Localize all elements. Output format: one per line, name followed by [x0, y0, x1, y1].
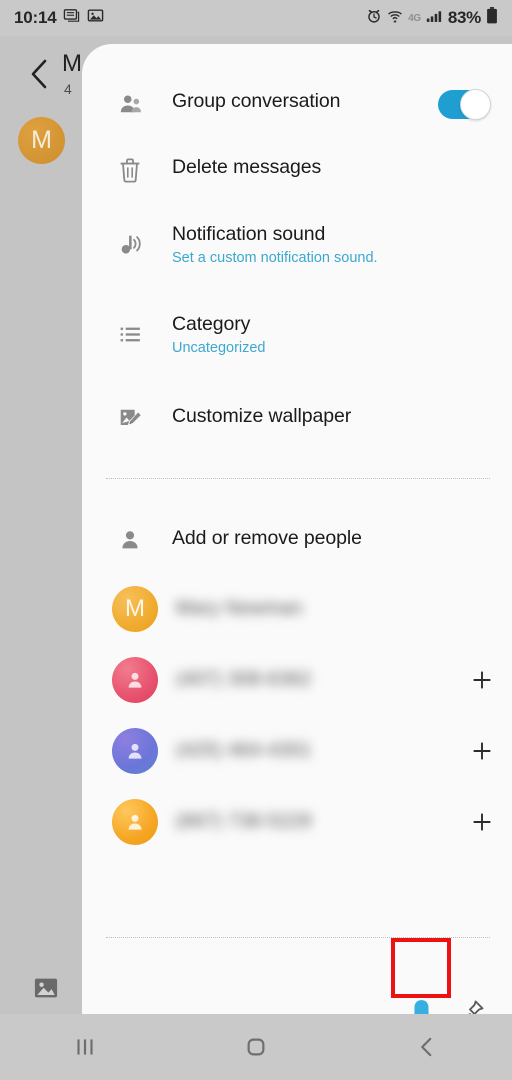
- alarm-icon: [366, 8, 382, 29]
- contact-name: (425) 464-4301: [176, 740, 312, 761]
- list-icon: [118, 312, 162, 347]
- network-label: 4G: [408, 12, 421, 24]
- group-conversation-toggle[interactable]: [438, 89, 491, 120]
- person-glyph-icon: [128, 743, 142, 759]
- home-icon: [247, 1038, 265, 1056]
- gallery-status-icon: [87, 7, 104, 29]
- section-divider-top: [106, 478, 490, 479]
- contact-name: (667) 738-5229: [176, 811, 312, 832]
- menu-sublabel: Set a custom notification sound.: [172, 250, 378, 266]
- avatar: M: [112, 586, 158, 632]
- contact-list-item[interactable]: (407) 308-6362: [82, 649, 512, 711]
- category-text: Category Uncategorized: [162, 312, 512, 358]
- menu-label: Category: [172, 313, 251, 335]
- customize-wallpaper-text: Customize wallpaper: [162, 404, 512, 429]
- signal-bars-icon: [426, 8, 443, 29]
- back-icon: [420, 1037, 431, 1057]
- bell-icon: [414, 1000, 429, 1014]
- music-note-icon: [118, 222, 162, 257]
- menu-sublabel: Uncategorized: [172, 340, 266, 356]
- status-bar-left: 10:14: [14, 7, 104, 29]
- recents-icon: [77, 1039, 93, 1055]
- menu-label: Customize wallpaper: [172, 405, 352, 427]
- avatar-letter: M: [125, 595, 145, 622]
- image-edit-icon: [118, 404, 162, 431]
- add-contact-icon[interactable]: [452, 810, 512, 834]
- section-divider-bottom: [106, 937, 490, 938]
- contact-list-item[interactable]: (425) 464-4301: [82, 720, 512, 782]
- menu-item-category[interactable]: Category Uncategorized: [82, 312, 512, 358]
- menu-label: Notification sound: [172, 223, 326, 245]
- menu-item-delete-messages[interactable]: Delete messages: [82, 155, 512, 188]
- phone-screen: M 4 M 10:14 4G 83% Group conversation De…: [0, 0, 512, 1080]
- add-contact-icon[interactable]: [452, 739, 512, 763]
- person-glyph-icon: [128, 814, 142, 830]
- conversation-settings-sheet: Group conversation Delete messages Notif…: [82, 44, 512, 1014]
- contact-list-item[interactable]: M Mary Newman: [82, 578, 512, 640]
- home-button[interactable]: [211, 1014, 301, 1080]
- pin-icon: [468, 1000, 484, 1014]
- avatar: [112, 657, 158, 703]
- menu-item-customize-wallpaper[interactable]: Customize wallpaper: [82, 404, 512, 437]
- status-bar-right: 4G 83%: [366, 7, 498, 29]
- network-4g-icon: 4G: [408, 13, 421, 24]
- toggle-knob: [460, 89, 491, 120]
- battery-icon: [486, 7, 498, 29]
- menu-item-notification-sound[interactable]: Notification sound Set a custom notifica…: [82, 222, 512, 268]
- notification-bell-button[interactable]: [393, 983, 450, 1014]
- contact-list-item[interactable]: (667) 738-5229: [82, 791, 512, 853]
- status-bar: 10:14 4G 83%: [0, 0, 512, 36]
- menu-label: Add or remove people: [172, 527, 362, 549]
- contact-name: Mary Newman: [176, 598, 303, 619]
- notification-sound-text: Notification sound Set a custom notifica…: [162, 222, 512, 268]
- messages-notification-icon: [63, 7, 80, 29]
- person-glyph-icon: [128, 672, 142, 688]
- wifi-icon: [387, 8, 403, 29]
- trash-icon: [118, 155, 162, 183]
- status-clock: 10:14: [14, 8, 57, 27]
- add-contact-icon[interactable]: [452, 668, 512, 692]
- person-icon: [118, 526, 162, 552]
- battery-percent-label: 83%: [447, 8, 481, 27]
- avatar: [112, 799, 158, 845]
- avatar: [112, 728, 158, 774]
- add-remove-people-text: Add or remove people: [162, 526, 512, 551]
- recents-button[interactable]: [40, 1014, 130, 1080]
- back-button[interactable]: [382, 1014, 472, 1080]
- group-people-icon: [118, 89, 162, 117]
- contact-name: (407) 308-6362: [176, 669, 312, 690]
- system-navigation-bar: [0, 1014, 512, 1080]
- menu-label: Delete messages: [172, 156, 322, 178]
- menu-item-add-or-remove-people[interactable]: Add or remove people: [82, 526, 512, 559]
- delete-messages-text: Delete messages: [162, 155, 512, 180]
- pin-conversation-button[interactable]: [456, 994, 490, 1014]
